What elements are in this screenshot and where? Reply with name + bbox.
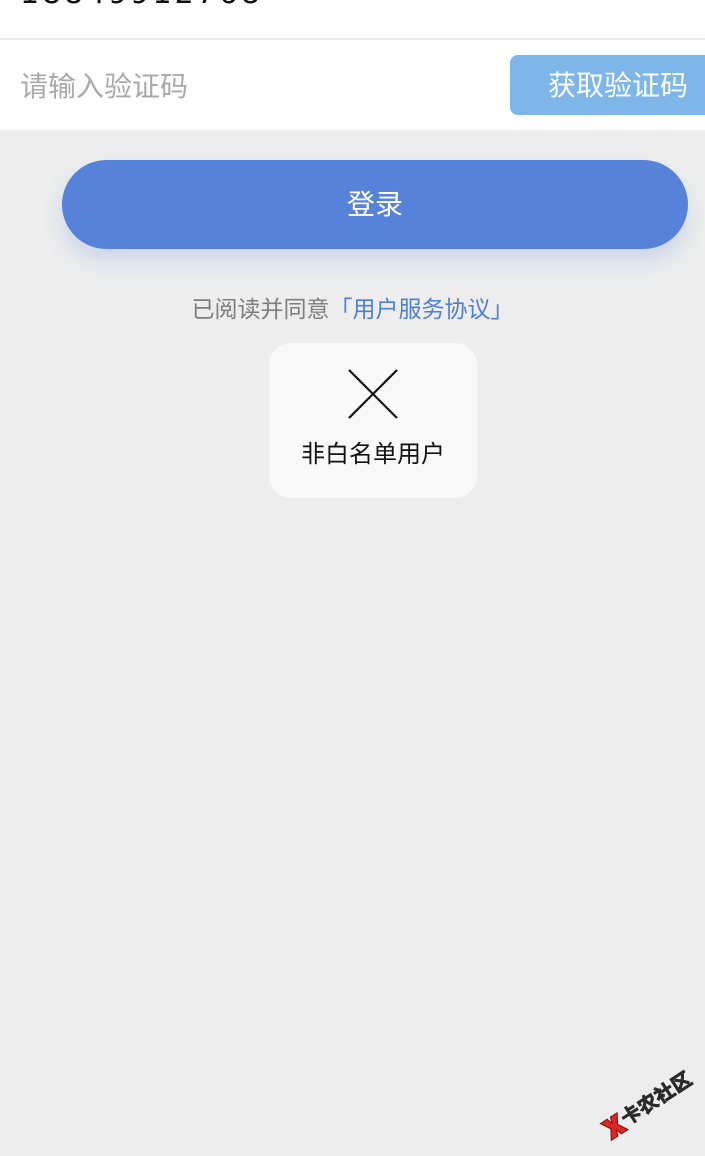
toast-message: 非白名单用户 xyxy=(301,440,445,468)
user-service-agreement-link[interactable]: 「用户服务协议」 xyxy=(330,297,514,323)
close-icon xyxy=(348,369,398,419)
watermark-text: 卡农社区 xyxy=(617,1067,697,1130)
login-button[interactable]: 登录 xyxy=(62,160,688,249)
phone-number-value[interactable]: 18849912768 xyxy=(20,0,263,14)
verification-code-input[interactable] xyxy=(20,58,490,114)
watermark: 卡农社区 xyxy=(592,1059,704,1154)
agreement-text: 已阅读并同意「用户服务协议」 xyxy=(0,292,705,328)
get-verification-code-button[interactable]: 获取验证码 xyxy=(510,55,705,115)
login-form: 18849912768 获取验证码 xyxy=(0,0,705,130)
agreement-prefix: 已阅读并同意 xyxy=(191,297,330,323)
error-toast: 非白名单用户 xyxy=(269,343,477,498)
phone-input-row[interactable]: 18849912768 xyxy=(0,0,705,40)
